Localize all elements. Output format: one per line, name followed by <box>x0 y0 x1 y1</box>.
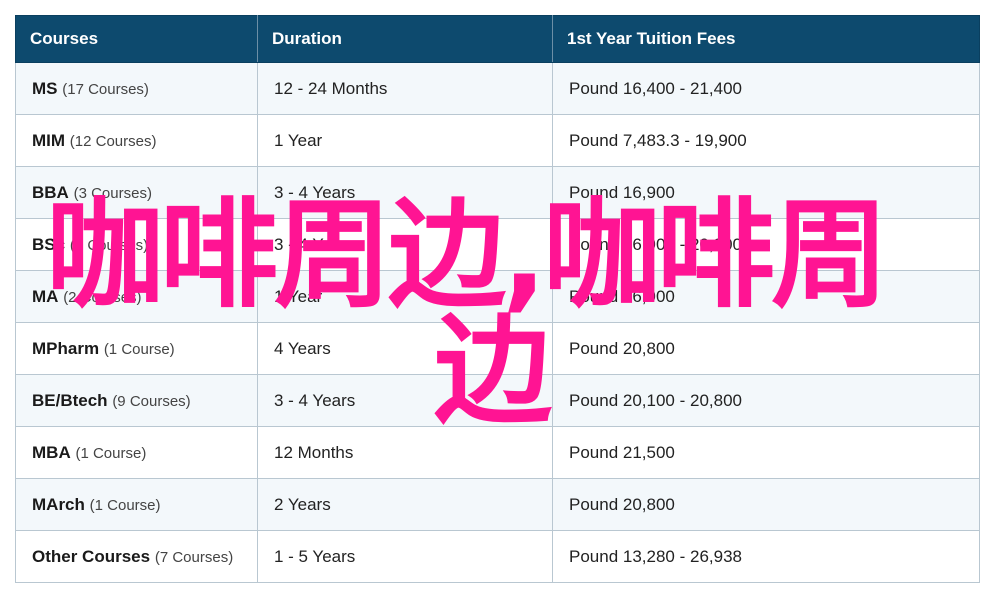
duration-cell: 3 - 4 Years <box>257 374 553 427</box>
course-cell: MArch (1 Course) <box>15 478 258 531</box>
course-count: (1 Course) <box>89 496 161 514</box>
course-cell: BE/Btech (9 Courses) <box>15 374 258 427</box>
header-duration: Duration <box>257 15 553 63</box>
header-courses: Courses <box>15 15 258 63</box>
table-row: MPharm (1 Course) 4 Years Pound 20,800 <box>15 322 980 375</box>
course-count: (12 Courses) <box>69 132 157 150</box>
course-fees-table-container: Courses Duration 1st Year Tuition Fees M… <box>15 15 980 583</box>
table-row: Other Courses (7 Courses) 1 - 5 Years Po… <box>15 530 980 583</box>
duration-cell: 3 - 4 Years <box>257 218 553 271</box>
course-count: (3 Courses) <box>69 236 149 254</box>
fees-cell: Pound 20,800 <box>552 478 980 531</box>
duration-cell: 3 - 4 Years <box>257 166 553 219</box>
fees-cell: Pound 16,400 - 21,400 <box>552 62 980 115</box>
table-row: MIM (12 Courses) 1 Year Pound 7,483.3 - … <box>15 114 980 167</box>
course-cell: BSc (3 Courses) <box>15 218 258 271</box>
fees-cell: Pound 20,100 - 20,800 <box>552 374 980 427</box>
fees-cell: Pound 21,500 <box>552 426 980 479</box>
course-cell: MBA (1 Course) <box>15 426 258 479</box>
table-row: MBA (1 Course) 12 Months Pound 21,500 <box>15 426 980 479</box>
course-cell: MA (2 Courses) <box>15 270 258 323</box>
course-count: (9 Courses) <box>112 392 191 410</box>
duration-cell: 12 - 24 Months <box>257 62 553 115</box>
fees-cell: Pound 13,280 - 26,938 <box>552 530 980 583</box>
course-name-link[interactable]: MA <box>32 287 58 306</box>
course-name-link[interactable]: Other Courses <box>32 547 150 566</box>
duration-cell: 1 Year <box>257 270 553 323</box>
duration-cell: 4 Years <box>257 322 553 375</box>
fees-cell: Pound 7,483.3 - 19,900 <box>552 114 980 167</box>
fees-cell: Pound 20,800 <box>552 322 980 375</box>
table-row: BE/Btech (9 Courses) 3 - 4 Years Pound 2… <box>15 374 980 427</box>
course-cell: MS (17 Courses) <box>15 62 258 115</box>
course-name-link[interactable]: BSc <box>32 235 65 254</box>
duration-cell: 1 - 5 Years <box>257 530 553 583</box>
course-name-link[interactable]: BBA <box>32 183 69 202</box>
course-count: (1 Course) <box>75 444 147 462</box>
course-name-link[interactable]: MArch <box>32 495 85 514</box>
table-row: BBA (3 Courses) 3 - 4 Years Pound 16,900 <box>15 166 980 219</box>
fees-cell: Pound 16,900 <box>552 270 980 323</box>
table-header-row: Courses Duration 1st Year Tuition Fees <box>15 15 980 63</box>
fees-cell: Pound 16,900 <box>552 166 980 219</box>
table-row: MA (2 Courses) 1 Year Pound 16,900 <box>15 270 980 323</box>
table-row: MArch (1 Course) 2 Years Pound 20,800 <box>15 478 980 531</box>
course-count: (3 Courses) <box>73 184 152 202</box>
course-name-link[interactable]: BE/Btech <box>32 391 108 410</box>
course-fees-table: Courses Duration 1st Year Tuition Fees M… <box>15 15 980 583</box>
duration-cell: 12 Months <box>257 426 553 479</box>
course-cell: MIM (12 Courses) <box>15 114 258 167</box>
course-count: (2 Courses) <box>63 288 142 306</box>
course-name-link[interactable]: MBA <box>32 443 71 462</box>
table-row: MS (17 Courses) 12 - 24 Months Pound 16,… <box>15 62 980 115</box>
course-count: (7 Courses) <box>154 548 234 566</box>
course-name-link[interactable]: MIM <box>32 131 65 150</box>
duration-cell: 2 Years <box>257 478 553 531</box>
course-name-link[interactable]: MS <box>32 79 58 98</box>
header-fees: 1st Year Tuition Fees <box>552 15 980 63</box>
course-cell: MPharm (1 Course) <box>15 322 258 375</box>
table-row: BSc (3 Courses) 3 - 4 Years Pound 16,900… <box>15 218 980 271</box>
course-count: (17 Courses) <box>62 80 149 98</box>
course-name-link[interactable]: MPharm <box>32 339 99 358</box>
fees-cell: Pound 16,900 - 20,800 <box>552 218 980 271</box>
course-cell: Other Courses (7 Courses) <box>15 530 258 583</box>
course-cell: BBA (3 Courses) <box>15 166 258 219</box>
duration-cell: 1 Year <box>257 114 553 167</box>
course-count: (1 Course) <box>103 340 175 358</box>
